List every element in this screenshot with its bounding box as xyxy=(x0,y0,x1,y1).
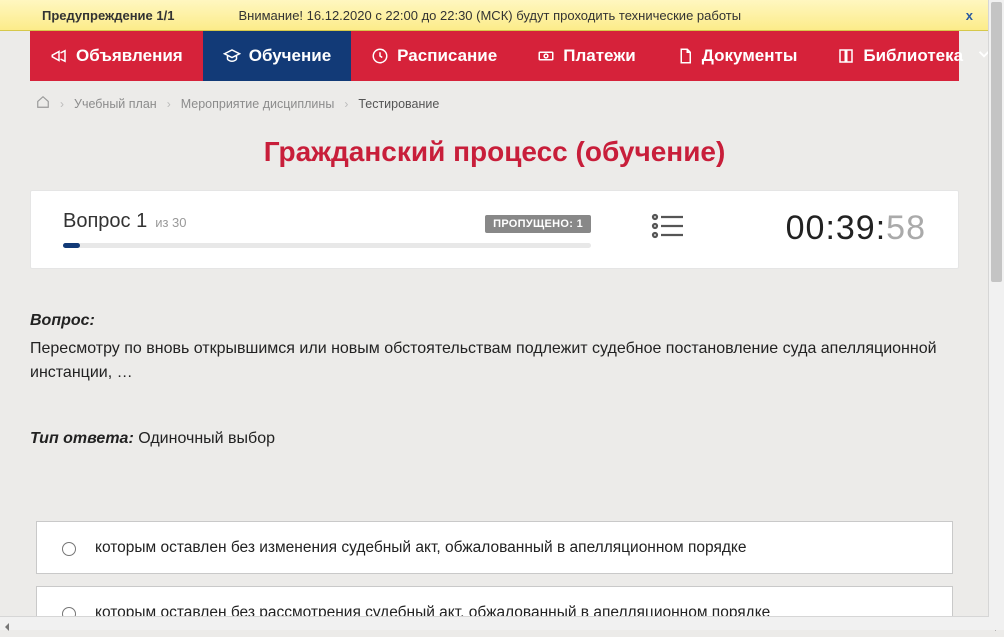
nav-payments[interactable]: Платежи xyxy=(517,31,656,81)
chevron-down-icon xyxy=(975,45,989,68)
question-number: Вопрос 1 xyxy=(63,210,147,233)
progress-bar xyxy=(63,243,591,248)
question-list-button[interactable] xyxy=(651,211,685,246)
scroll-left-icon[interactable] xyxy=(2,619,12,629)
nav-label: Платежи xyxy=(563,46,636,66)
nav-label: Документы xyxy=(702,46,798,66)
warning-title: Предупреждение 1/1 xyxy=(42,8,174,23)
options-list: которым оставлен без изменения судебный … xyxy=(30,521,959,616)
breadcrumb-link[interactable]: Мероприятие дисциплины xyxy=(181,97,335,111)
breadcrumb-link[interactable]: Учебный план xyxy=(74,97,157,111)
option-text: которым оставлен без рассмотрения судебн… xyxy=(95,601,770,616)
horizontal-scrollbar[interactable] xyxy=(0,616,1004,630)
timer-minutes: 00 xyxy=(786,209,826,247)
scrollbar-corner xyxy=(989,616,1004,630)
timer-seconds-a: 39 xyxy=(836,209,876,247)
nav-schedule[interactable]: Расписание xyxy=(351,31,517,81)
book-icon xyxy=(837,47,855,65)
option-item[interactable]: которым оставлен без изменения судебный … xyxy=(36,521,953,574)
skipped-badge: ПРОПУЩЕНО: 1 xyxy=(485,215,591,233)
main-nav: Объявления Обучение Расписание Платежи Д… xyxy=(30,31,959,81)
nav-learning[interactable]: Обучение xyxy=(203,31,351,81)
nav-label: Расписание xyxy=(397,46,497,66)
graduation-icon xyxy=(223,47,241,65)
nav-announcements[interactable]: Объявления xyxy=(30,31,203,81)
option-item[interactable]: которым оставлен без рассмотрения судебн… xyxy=(36,586,953,616)
megaphone-icon xyxy=(50,47,68,65)
question-total: из 30 xyxy=(155,215,186,230)
home-icon[interactable] xyxy=(36,95,50,112)
breadcrumb-separator-icon: › xyxy=(60,97,64,111)
nav-label: Объявления xyxy=(76,46,183,66)
vertical-scrollbar[interactable] xyxy=(988,0,1004,616)
nav-label: Обучение xyxy=(249,46,331,66)
answer-type-value: Одиночный выбор xyxy=(138,430,275,447)
money-icon xyxy=(537,47,555,65)
option-radio[interactable] xyxy=(62,542,76,556)
question-label: Вопрос: xyxy=(30,312,95,329)
breadcrumb-separator-icon: › xyxy=(344,97,348,111)
option-text: которым оставлен без изменения судебный … xyxy=(95,536,746,559)
answer-type-label: Тип ответа: xyxy=(30,430,134,447)
timer-seconds-b: 58 xyxy=(886,209,926,247)
scrollbar-thumb[interactable] xyxy=(991,2,1002,282)
option-radio[interactable] xyxy=(62,607,76,616)
nav-library[interactable]: Библиотека xyxy=(817,31,989,81)
page-title: Гражданский процесс (обучение) xyxy=(0,136,989,168)
timer: 00:39:58 xyxy=(786,209,926,248)
breadcrumb-current: Тестирование xyxy=(358,97,439,111)
clock-icon xyxy=(371,47,389,65)
nav-label: Библиотека xyxy=(863,46,963,66)
warning-message: Внимание! 16.12.2020 с 22:00 до 22:30 (М… xyxy=(238,8,741,23)
breadcrumb-separator-icon: › xyxy=(167,97,171,111)
warning-bar: Предупреждение 1/1 Внимание! 16.12.2020 … xyxy=(0,0,989,31)
document-icon xyxy=(676,47,694,65)
question-text: Пересмотру по вновь открывшимся или новы… xyxy=(30,337,959,385)
nav-documents[interactable]: Документы xyxy=(656,31,818,81)
breadcrumb: › Учебный план › Мероприятие дисциплины … xyxy=(0,81,989,122)
progress-card: Вопрос 1 из 30 ПРОПУЩЕНО: 1 00:39:58 xyxy=(30,190,959,269)
warning-close-button[interactable]: x xyxy=(960,8,979,23)
